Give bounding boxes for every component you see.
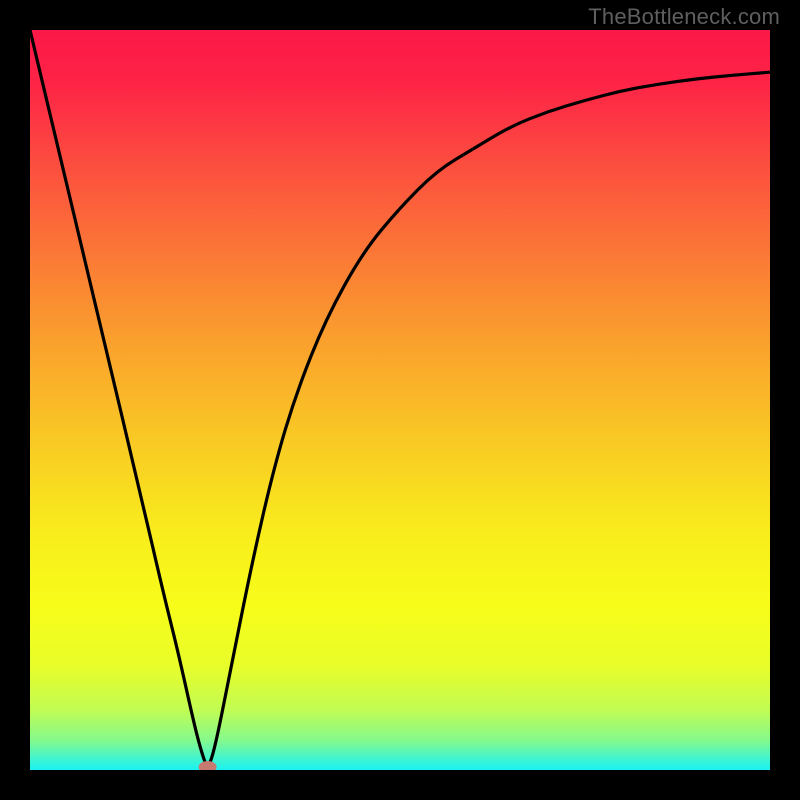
plot-area [30, 30, 770, 770]
chart-svg [30, 30, 770, 770]
watermark-text: TheBottleneck.com [588, 4, 780, 30]
gradient-background [30, 30, 770, 770]
chart-frame: TheBottleneck.com [0, 0, 800, 800]
